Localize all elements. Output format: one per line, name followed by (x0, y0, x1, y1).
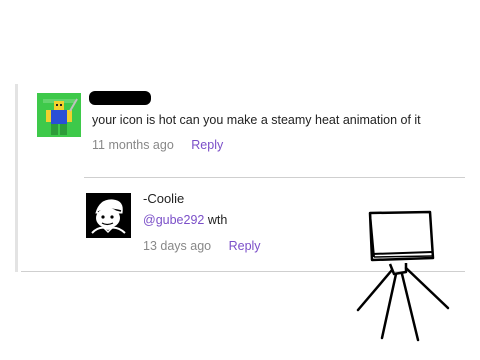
reply-mention-link[interactable]: @gube292 (143, 213, 204, 227)
reply-meta: 13 days ago Reply (143, 239, 261, 253)
reply-author-name[interactable]: -Coolie (143, 191, 184, 206)
thread-indent-bar (15, 84, 18, 272)
commenter-avatar[interactable] (37, 93, 81, 137)
comment-reply-button[interactable]: Reply (191, 138, 223, 152)
comment-timestamp[interactable]: 11 months ago (92, 138, 174, 152)
reply-body-text: wth (204, 213, 228, 227)
reply-timestamp[interactable]: 13 days ago (143, 239, 211, 253)
reply-reply-button[interactable]: Reply (229, 239, 261, 253)
roblox-character-icon (37, 93, 81, 137)
reply-body: @gube292 wth (143, 213, 227, 227)
reply-divider (84, 177, 465, 178)
redacted-username (89, 91, 151, 105)
stick-figure-doodle (356, 210, 450, 342)
comment-meta: 11 months ago Reply (92, 138, 223, 152)
cartoon-face-icon (86, 193, 131, 238)
reply-author-avatar[interactable] (86, 193, 131, 238)
comment-body: your icon is hot can you make a steamy h… (92, 113, 421, 127)
